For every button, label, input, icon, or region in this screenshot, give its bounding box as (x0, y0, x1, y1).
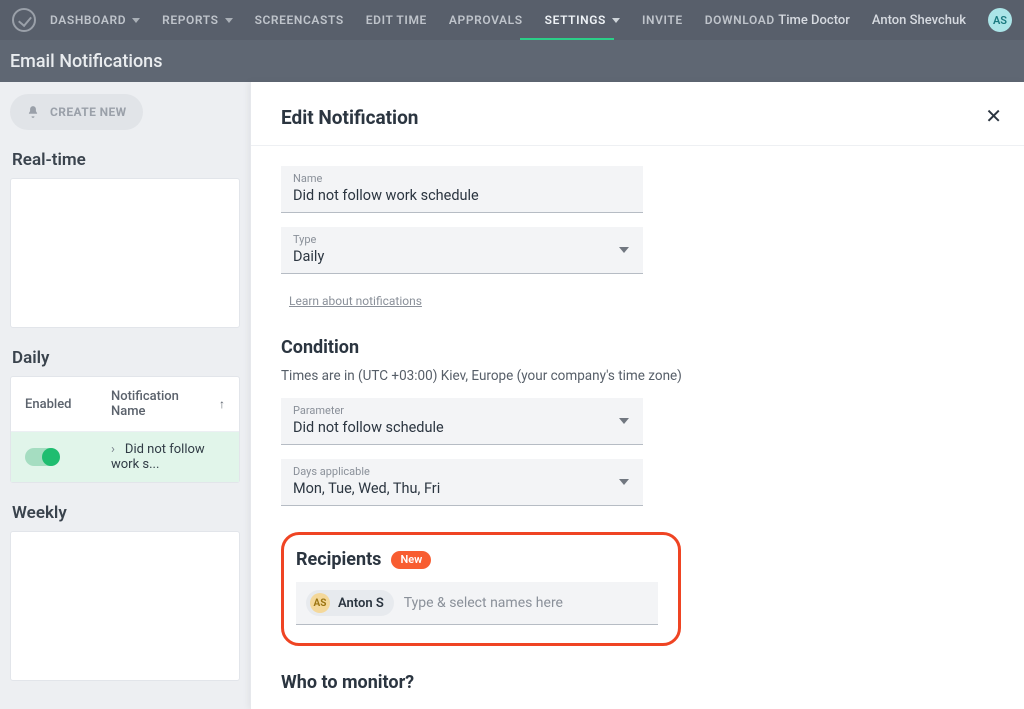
parameter-field[interactable]: Parameter Did not follow schedule (281, 398, 643, 445)
section-daily-title: Daily (12, 348, 240, 368)
nav-dashboard[interactable]: DASHBOARD (50, 13, 140, 27)
recipients-placeholder: Type & select names here (404, 595, 563, 611)
page-title: Email Notifications (10, 51, 162, 72)
chevron-down-icon (132, 18, 140, 23)
name-label: Name (293, 172, 631, 185)
nav-approvals[interactable]: APPROVALS (449, 13, 523, 27)
nav-settings[interactable]: SETTINGS (545, 13, 620, 27)
create-new-button[interactable]: CREATE NEW (10, 94, 143, 130)
nav-items: DASHBOARD REPORTS SCREENCASTS EDIT TIME … (50, 13, 775, 27)
parameter-value: Did not follow schedule (293, 419, 631, 436)
days-label: Days applicable (293, 465, 631, 478)
avatar[interactable]: AS (988, 8, 1012, 32)
realtime-panel (10, 178, 240, 328)
recipients-input[interactable]: AS Anton S Type & select names here (296, 582, 658, 625)
new-badge: New (391, 551, 431, 569)
recipients-highlight-box: Recipients New AS Anton S Type & select … (281, 532, 681, 646)
chip-avatar: AS (310, 593, 330, 613)
sidebar: CREATE NEW Real-time Daily Enabled Notif… (0, 82, 250, 709)
table-row[interactable]: ›Did not follow work s... (11, 432, 239, 483)
page-subheader: Email Notifications (0, 40, 1024, 82)
nav-right: Time Doctor Anton Shevchuk AS (778, 8, 1012, 32)
chevron-down-icon (225, 18, 233, 23)
type-value: Daily (293, 248, 631, 265)
active-tab-underline (520, 38, 614, 40)
product-name: Time Doctor (778, 13, 850, 28)
section-realtime-title: Real-time (12, 150, 240, 170)
notification-name-cell: Did not follow work s... (111, 442, 205, 472)
drawer-title: Edit Notification (281, 106, 994, 129)
nav-download[interactable]: DOWNLOAD (705, 13, 775, 27)
col-name[interactable]: Notification Name↑ (97, 377, 239, 432)
nav-edit-time[interactable]: EDIT TIME (366, 13, 427, 27)
close-icon[interactable]: ✕ (985, 104, 1002, 128)
brand-logo-icon (12, 8, 36, 32)
name-field[interactable]: Name Did not follow work schedule (281, 166, 643, 213)
name-value: Did not follow work schedule (293, 187, 631, 204)
daily-table: Enabled Notification Name↑ ›Did not foll… (11, 377, 239, 482)
days-value: Mon, Tue, Wed, Thu, Fri (293, 480, 631, 497)
condition-title: Condition (281, 337, 994, 358)
daily-panel: Enabled Notification Name↑ ›Did not foll… (10, 376, 240, 483)
type-label: Type (293, 233, 631, 246)
section-weekly-title: Weekly (12, 503, 240, 523)
recipient-chip[interactable]: AS Anton S (306, 590, 394, 616)
chevron-down-icon (612, 18, 620, 23)
days-field[interactable]: Days applicable Mon, Tue, Wed, Thu, Fri (281, 459, 643, 506)
recipients-title: Recipients (296, 549, 381, 570)
chevron-right-icon[interactable]: › (111, 442, 115, 457)
weekly-panel (10, 531, 240, 681)
sort-asc-icon: ↑ (219, 397, 225, 411)
bell-icon (26, 105, 40, 119)
edit-notification-drawer: Edit Notification ✕ Name Did not follow … (250, 82, 1024, 709)
who-to-monitor-title: Who to monitor? (281, 672, 994, 693)
col-enabled[interactable]: Enabled (11, 377, 97, 432)
learn-link[interactable]: Learn about notifications (289, 294, 422, 308)
nav-reports[interactable]: REPORTS (162, 13, 232, 27)
timezone-note: Times are in (UTC +03:00) Kiev, Europe (… (281, 368, 994, 384)
top-nav: DASHBOARD REPORTS SCREENCASTS EDIT TIME … (0, 0, 1024, 40)
parameter-label: Parameter (293, 404, 631, 417)
user-name[interactable]: Anton Shevchuk (872, 13, 966, 28)
type-field[interactable]: Type Daily (281, 227, 643, 274)
chip-name: Anton S (338, 596, 384, 611)
nav-invite[interactable]: INVITE (642, 13, 683, 27)
nav-screencasts[interactable]: SCREENCASTS (255, 13, 344, 27)
toggle-enabled[interactable] (25, 448, 59, 466)
divider (251, 145, 1024, 146)
